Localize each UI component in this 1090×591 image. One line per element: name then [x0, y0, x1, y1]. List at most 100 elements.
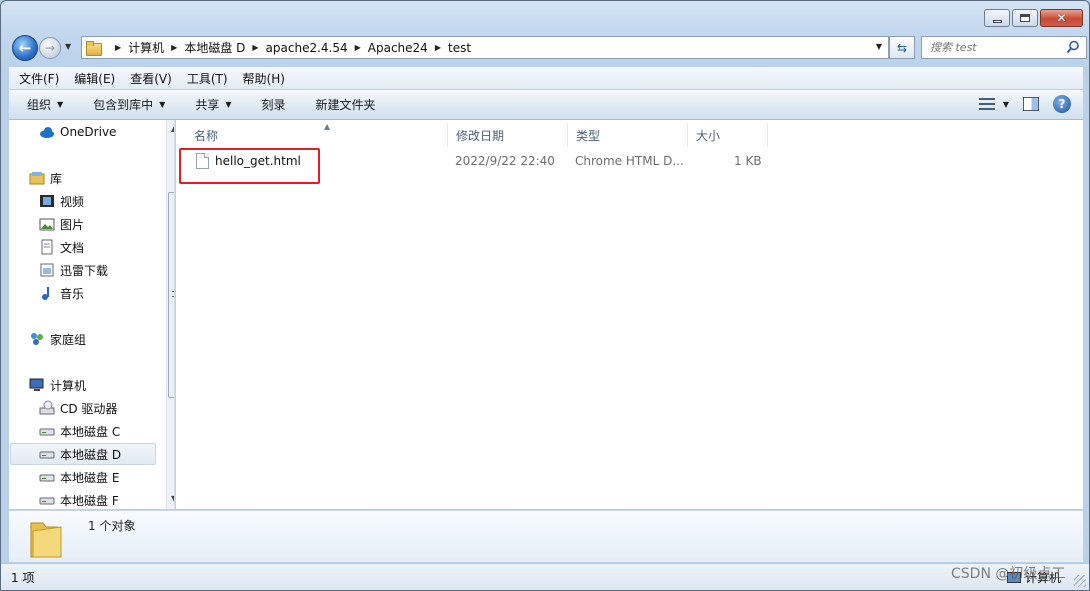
menu-help[interactable]: 帮助(H)	[243, 70, 285, 87]
nav-disk-f[interactable]: 本地磁盘 F	[39, 490, 119, 509]
forward-arrow-icon: →	[44, 41, 56, 55]
hard-drive-icon	[39, 451, 55, 459]
minimize-button[interactable]	[984, 9, 1010, 27]
nav-scrollbar[interactable]: ▲ ▼	[166, 120, 174, 509]
nav-cd-drive[interactable]: CD 驱动器	[39, 398, 117, 418]
nav-disk-e[interactable]: 本地磁盘 E	[39, 467, 119, 487]
back-button[interactable]: ←	[12, 35, 38, 61]
command-bar: 组织 ▼ 包含到库中 ▼ 共享 ▼ 刻录 新建文件夹 ▼ ?	[9, 90, 1083, 120]
nav-music[interactable]: 音乐	[39, 283, 84, 303]
preview-pane-icon[interactable]	[1023, 97, 1039, 111]
menu-edit[interactable]: 编辑(E)	[74, 70, 115, 87]
breadcrumb-test[interactable]: test	[448, 41, 471, 55]
nav-libraries[interactable]: 库	[29, 168, 62, 188]
close-icon: ✕	[1056, 11, 1067, 25]
nav-documents[interactable]: 文档	[39, 237, 84, 257]
nav-thunder-downloads[interactable]: 迅雷下载	[39, 260, 108, 280]
breadcrumb-computer[interactable]: 计算机	[128, 39, 164, 56]
chevron-down-icon: ▼	[159, 100, 166, 109]
nav-disk-d[interactable]: 本地磁盘 D	[10, 443, 156, 465]
maximize-button[interactable]	[1012, 9, 1038, 27]
watermark: CSDN @初级点工	[951, 566, 1066, 582]
nav-homegroup[interactable]: 家庭组	[29, 329, 86, 349]
chevron-down-icon: ▼	[1002, 99, 1009, 109]
nav-onedrive[interactable]: OneDrive	[39, 122, 116, 142]
nav-disk-c[interactable]: 本地磁盘 C	[39, 421, 120, 441]
view-controls: ▼ ?	[978, 95, 1071, 113]
share-button[interactable]: 共享 ▼	[195, 96, 231, 113]
change-view-button[interactable]: ▼	[978, 98, 1009, 110]
nav-disk-d-label: 本地磁盘 D	[60, 447, 122, 462]
breadcrumb-apache24[interactable]: Apache24	[368, 41, 428, 55]
chevron-down-icon: ▼	[57, 100, 64, 109]
file-modified: 2022/9/22 22:40	[455, 154, 555, 168]
navigation-pane: OneDrive 库 视频 图片 文档 迅雷下载 音乐 家庭组 计算机 CD 驱…	[9, 120, 175, 509]
view-list-icon	[978, 98, 995, 110]
nav-disk-c-label: 本地磁盘 C	[60, 424, 121, 439]
maximize-icon	[1020, 14, 1030, 22]
help-icon[interactable]: ?	[1053, 95, 1071, 113]
organize-button[interactable]: 组织 ▼	[27, 96, 63, 113]
column-header-type[interactable]: 类型	[568, 123, 688, 147]
menu-bar: 文件(F) 编辑(E) 查看(V) 工具(T) 帮助(H)	[9, 67, 1083, 89]
chevron-right-icon[interactable]: ▶	[252, 43, 258, 52]
burn-button[interactable]: 刻录	[262, 96, 286, 113]
include-in-library-label: 包含到库中	[93, 98, 154, 112]
close-button[interactable]: ✕	[1040, 9, 1083, 27]
refresh-button[interactable]: ⇆	[889, 36, 915, 59]
sort-ascending-icon: ▲	[324, 122, 331, 131]
chevron-right-icon[interactable]: ▶	[115, 43, 121, 52]
include-in-library-button[interactable]: 包含到库中 ▼	[93, 96, 165, 113]
nav-pictures[interactable]: 图片	[39, 214, 84, 234]
chevron-down-icon: ▼	[225, 100, 232, 109]
scroll-down-icon[interactable]: ▼	[171, 494, 174, 503]
menu-view[interactable]: 查看(V)	[130, 70, 172, 87]
nav-thunder-downloads-label: 迅雷下载	[60, 263, 109, 278]
scrollbar-thumb[interactable]	[168, 192, 174, 398]
scroll-up-icon[interactable]: ▲	[171, 124, 174, 133]
refresh-icon: ⇆	[896, 40, 908, 55]
address-bar[interactable]: ▶ 计算机 ▶ 本地磁盘 D ▶ apache2.4.54 ▶ Apache24…	[81, 36, 889, 59]
document-icon	[41, 239, 53, 255]
item-count: 1 个对象	[88, 519, 136, 533]
menu-tools[interactable]: 工具(T)	[187, 70, 228, 87]
nav-computer-label: 计算机	[50, 378, 87, 393]
nav-cd-drive-label: CD 驱动器	[60, 401, 118, 416]
search-box[interactable]	[921, 36, 1087, 59]
hard-drive-icon	[39, 497, 55, 505]
share-label: 共享	[195, 98, 220, 112]
nav-disk-f-label: 本地磁盘 F	[60, 493, 119, 508]
nav-videos[interactable]: 视频	[39, 191, 84, 211]
forward-button[interactable]: →	[39, 37, 61, 59]
recent-pages-dropdown[interactable]: ▼	[65, 42, 71, 51]
column-name-label: 名称	[194, 128, 219, 143]
search-input[interactable]	[930, 41, 1070, 54]
chevron-right-icon[interactable]: ▶	[355, 43, 361, 52]
column-header-modified[interactable]: 修改日期	[448, 123, 568, 147]
back-arrow-icon: ←	[18, 39, 32, 57]
status-item-count: 1 项	[11, 571, 35, 585]
address-dropdown-icon[interactable]: ▼	[876, 42, 882, 51]
navigation-row: ← → ▼ ▶ 计算机 ▶ 本地磁盘 D ▶ apache2.4.54 ▶ Ap…	[9, 34, 1087, 61]
hard-drive-icon	[39, 428, 55, 436]
computer-icon	[29, 378, 44, 391]
minimize-icon	[992, 20, 1002, 23]
library-icon	[29, 172, 45, 185]
nav-homegroup-label: 家庭组	[50, 332, 87, 347]
nav-computer[interactable]: 计算机	[29, 375, 86, 395]
nav-disk-e-label: 本地磁盘 E	[60, 470, 120, 485]
new-folder-button[interactable]: 新建文件夹	[316, 96, 376, 113]
search-icon[interactable]	[1066, 40, 1080, 54]
resize-grip[interactable]	[1074, 575, 1086, 587]
chevron-right-icon[interactable]: ▶	[435, 43, 441, 52]
red-highlight-annotation	[179, 148, 320, 184]
hard-drive-icon	[39, 474, 55, 482]
breadcrumb-apache-version[interactable]: apache2.4.54	[266, 41, 348, 55]
breadcrumb-disk-d[interactable]: 本地磁盘 D	[184, 39, 245, 56]
column-header-size[interactable]: 大小	[688, 123, 768, 147]
cd-drive-icon	[39, 400, 55, 415]
chevron-right-icon[interactable]: ▶	[171, 43, 177, 52]
column-header-name[interactable]: 名称 ▲	[186, 122, 448, 147]
menu-file[interactable]: 文件(F)	[19, 70, 59, 87]
nav-pictures-label: 图片	[60, 217, 85, 232]
